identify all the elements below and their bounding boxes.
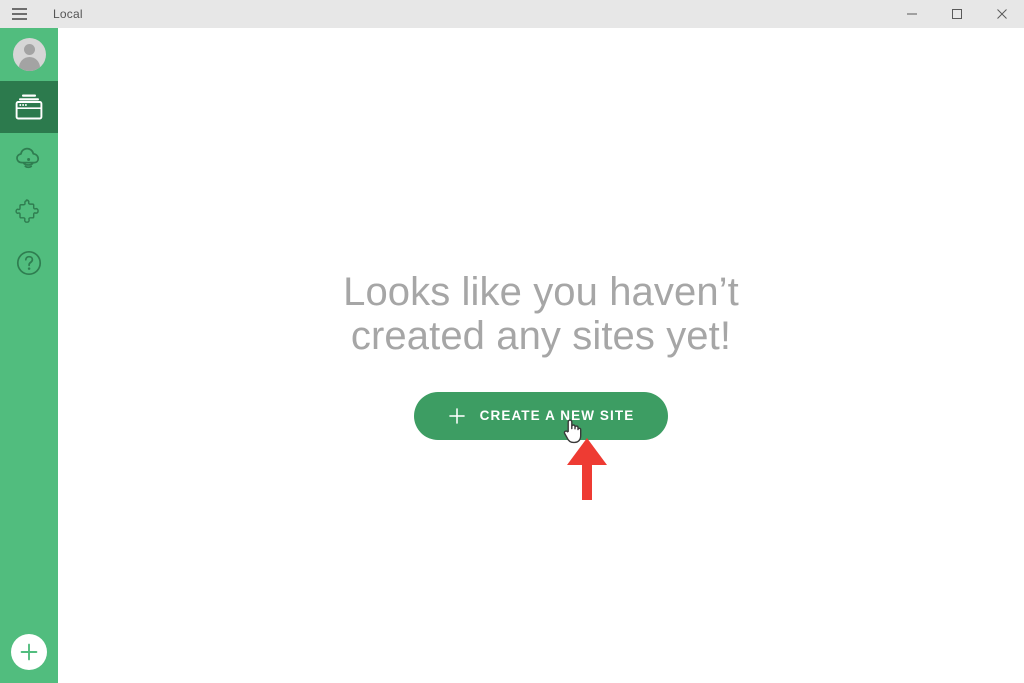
hamburger-bar [11,13,27,15]
empty-state-heading: Looks like you haven’t created any sites… [343,270,739,358]
account-avatar[interactable] [0,28,58,81]
user-avatar-icon [12,38,46,71]
avatar-head [23,44,35,55]
local-app-window: Local Looks like you haven’t created any… [0,0,1024,683]
question-mark-circle-icon [16,250,42,276]
hamburger-bar [11,8,27,10]
minimize-button[interactable] [889,0,934,28]
sidebar-item-add-ons[interactable] [0,185,58,237]
maximize-icon [951,9,962,19]
plus-icon [448,407,466,425]
window-controls [889,0,1024,28]
sidebar-item-help[interactable] [0,237,58,289]
plus-circle-icon [20,643,38,661]
sidebar-item-sites[interactable] [0,81,58,133]
sidebar [0,28,58,683]
title-bar: Local [0,0,1024,28]
cloud-icon [16,147,40,169]
close-button[interactable] [979,0,1024,28]
hamburger-icon[interactable] [0,0,38,28]
main-content: Looks like you haven’t created any sites… [58,28,1024,683]
empty-state: Looks like you haven’t created any sites… [58,28,1024,683]
window-title: Local [53,7,83,21]
sidebar-add-site-wrapper [0,621,58,683]
puzzle-piece-icon [15,199,39,223]
hamburger-bar [11,18,27,20]
create-a-new-site-button[interactable]: CREATE A NEW SITE [413,391,669,440]
sidebar-item-connect[interactable] [0,133,58,185]
close-icon [996,9,1007,19]
browser-window-icon [15,94,43,120]
add-new-site-button[interactable] [11,634,47,670]
create-a-new-site-label: CREATE A NEW SITE [479,408,635,424]
minimize-icon [906,13,917,15]
avatar-body [18,57,40,71]
maximize-button[interactable] [934,0,979,28]
